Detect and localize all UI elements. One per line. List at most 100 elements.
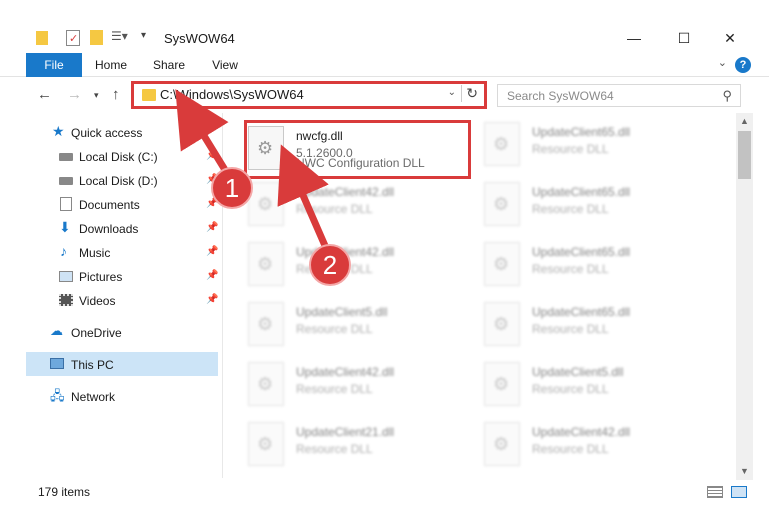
pin-icon[interactable]: 📌 — [206, 246, 218, 257]
scroll-down-icon[interactable]: ▼ — [736, 463, 753, 480]
dll-file-icon — [248, 362, 284, 406]
sidebar-item-music[interactable]: ♪ Music 📌 — [26, 240, 218, 264]
close-button[interactable]: ✕ — [707, 25, 753, 51]
file-item[interactable]: UpdateClient65.dll Resource DLL — [484, 240, 704, 292]
up-arrow-icon[interactable]: ↑ — [112, 86, 120, 103]
item-count: 179 items — [38, 485, 91, 499]
chevron-down-icon[interactable]: ⌄ — [448, 87, 456, 98]
search-icon[interactable]: ⚲ — [722, 88, 732, 104]
file-type: Resource DLL — [296, 442, 373, 456]
file-name: UpdateClient65.dll — [532, 185, 631, 199]
help-icon[interactable]: ? — [735, 57, 751, 73]
sidebar-item-quick-access[interactable]: ★ Quick access — [26, 120, 218, 144]
title-bar: ✓ ☰▾ ▾ SysWOW64 — ☐ ✕ — [0, 0, 769, 50]
forward-arrow-icon[interactable]: → — [67, 86, 82, 103]
sidebar-item-onedrive[interactable]: ☁ OneDrive — [26, 320, 218, 344]
address-path[interactable]: C:\Windows\SysWOW64 — [160, 87, 304, 102]
dll-file-icon — [248, 182, 284, 226]
file-item[interactable]: UpdateClient42.dll Resource DLL — [248, 360, 468, 412]
dll-file-icon — [248, 422, 284, 466]
sidebar-item-label: Documents — [79, 198, 140, 212]
sidebar-item-downloads[interactable]: ⬇ Downloads 📌 — [26, 216, 218, 240]
sidebar-item-documents[interactable]: Documents 📌 — [26, 192, 218, 216]
network-icon: 🖧 — [50, 388, 65, 403]
maximize-button[interactable]: ☐ — [661, 25, 707, 51]
file-name: UpdateClient42.dll — [532, 425, 631, 439]
file-name: UpdateClient65.dll — [532, 245, 631, 259]
sidebar-item-pictures[interactable]: Pictures 📌 — [26, 264, 218, 288]
file-item[interactable]: UpdateClient65.dll Resource DLL — [484, 180, 704, 232]
customize-toolbar-icon[interactable]: ☰▾ — [111, 29, 128, 43]
sidebar-item-label: Music — [79, 246, 111, 260]
video-icon — [59, 294, 73, 306]
sidebar-item-label: This PC — [71, 358, 114, 372]
file-type: Resource DLL — [532, 442, 609, 456]
file-name: UpdateClient42.dll — [296, 185, 395, 199]
refresh-icon[interactable]: ↻ — [461, 85, 478, 102]
cloud-icon: ☁ — [50, 323, 63, 338]
sidebar-item-network[interactable]: 🖧 Network — [26, 384, 218, 408]
picture-icon — [59, 271, 73, 282]
file-type: Resource DLL — [296, 202, 373, 216]
pin-icon[interactable]: 📌 — [206, 222, 218, 233]
file-type: Resource DLL — [532, 382, 609, 396]
sidebar-item-label: Videos — [79, 294, 116, 308]
file-type: Resource DLL — [532, 142, 609, 156]
tab-view[interactable]: View — [204, 53, 246, 77]
recent-locations-icon[interactable]: ▾ — [94, 90, 99, 101]
dll-file-icon — [484, 302, 520, 346]
file-item[interactable]: UpdateClient42.dll Resource DLL — [484, 420, 704, 472]
scrollbar-thumb[interactable] — [738, 131, 751, 179]
sidebar-item-local-disk-d[interactable]: Local Disk (D:) 📌 — [26, 168, 218, 192]
file-name: UpdateClient5.dll — [296, 305, 388, 319]
search-placeholder: Search SysWOW64 — [507, 89, 614, 103]
file-name: UpdateClient21.dll — [296, 425, 395, 439]
dll-file-icon — [484, 182, 520, 226]
search-input[interactable]: Search SysWOW64 ⚲ — [497, 84, 741, 107]
properties-icon[interactable]: ✓ — [66, 30, 80, 46]
window-title: SysWOW64 — [164, 31, 235, 46]
document-icon — [60, 197, 72, 211]
pin-icon[interactable]: 📌 — [206, 294, 218, 305]
details-view-icon[interactable] — [707, 486, 723, 498]
dll-file-icon — [484, 362, 520, 406]
dll-file-icon — [484, 122, 520, 166]
highlight-box — [244, 120, 471, 179]
computer-icon — [50, 358, 64, 369]
back-arrow-icon[interactable]: ← — [37, 86, 52, 103]
tab-share[interactable]: Share — [147, 53, 191, 77]
sidebar-item-this-pc[interactable]: This PC — [26, 352, 218, 376]
scroll-up-icon[interactable]: ▲ — [736, 113, 753, 130]
file-item[interactable]: UpdateClient65.dll Resource DLL — [484, 120, 704, 172]
file-item[interactable]: UpdateClient42.dll Resource DLL — [248, 240, 468, 292]
tab-home[interactable]: Home — [89, 53, 133, 77]
large-icons-view-icon[interactable] — [731, 486, 747, 498]
file-item[interactable]: UpdateClient42.dll Resource DLL — [248, 180, 468, 232]
sidebar-item-label: Downloads — [79, 222, 139, 236]
minimize-button[interactable]: — — [611, 25, 657, 51]
dropdown-arrow-icon[interactable]: ▾ — [141, 30, 146, 41]
file-item[interactable]: UpdateClient5.dll Resource DLL — [484, 360, 704, 412]
pin-icon[interactable]: 📌 — [206, 270, 218, 281]
sidebar-item-label: Local Disk (C:) — [79, 150, 158, 164]
new-folder-icon[interactable] — [90, 30, 103, 45]
sidebar-item-label: Network — [71, 390, 116, 404]
file-item[interactable]: UpdateClient5.dll Resource DLL — [248, 300, 468, 352]
drive-icon — [59, 153, 73, 161]
address-bar[interactable]: C:\Windows\SysWOW64 ⌄ ↻ — [131, 81, 487, 109]
file-item[interactable]: UpdateClient21.dll Resource DLL — [248, 420, 468, 472]
file-type: Resource DLL — [296, 382, 373, 396]
download-icon: ⬇ — [59, 219, 71, 235]
expand-ribbon-icon[interactable]: ⌄ — [718, 56, 727, 69]
music-icon: ♪ — [60, 243, 67, 259]
step-badge-1: 1 — [211, 167, 253, 209]
ribbon-tabs: File Home Share View ⌄ ? — [0, 53, 769, 77]
sidebar-item-local-disk-c[interactable]: Local Disk (C:) 📌 — [26, 144, 218, 168]
file-name: UpdateClient42.dll — [296, 365, 395, 379]
tab-file[interactable]: File — [26, 53, 82, 77]
sidebar-item-videos[interactable]: Videos 📌 — [26, 288, 218, 312]
vertical-scrollbar[interactable]: ▲ ▼ — [736, 113, 753, 480]
pin-icon[interactable]: 📌 — [206, 150, 218, 161]
sidebar-item-label: Local Disk (D:) — [79, 174, 158, 188]
file-item[interactable]: UpdateClient65.dll Resource DLL — [484, 300, 704, 352]
